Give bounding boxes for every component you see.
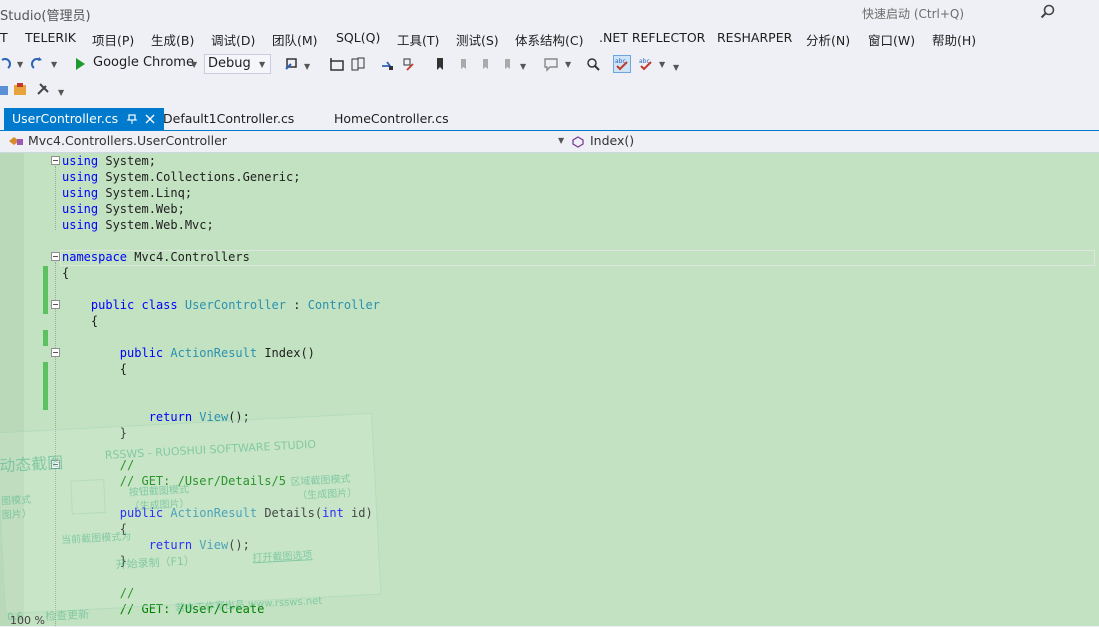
type-label: Mvc4.Controllers.UserController: [28, 133, 227, 148]
code-line: {: [62, 314, 99, 328]
package-icon[interactable]: [12, 81, 28, 97]
tab-label: Default1Controller.cs: [163, 111, 295, 126]
menu-item-window[interactable]: 窗口(W): [868, 30, 915, 49]
fold-toggle-icon[interactable]: [51, 252, 60, 261]
type-dropdown[interactable]: Mvc4.Controllers.UserController ▼: [8, 133, 568, 150]
solution-icon[interactable]: [0, 82, 10, 98]
menu-item-resharper[interactable]: RESHARPER: [717, 30, 792, 45]
menu-item-architecture[interactable]: 体系结构(C): [515, 30, 583, 49]
watermark-mode-c2: （生成图片）: [297, 487, 358, 502]
chevron-down-icon: ▼: [558, 136, 565, 145]
prev-bookmark-icon[interactable]: [455, 56, 471, 72]
fold-toggle-icon[interactable]: [51, 348, 60, 357]
attach-icon[interactable]: [284, 56, 300, 72]
spell-dropdown-icon[interactable]: ▼: [659, 60, 665, 69]
watermark-button: [70, 478, 106, 515]
code-line: using System.Linq;: [62, 186, 193, 200]
title-bar: Studio(管理员) 快速启动 (Ctrl+Q): [0, 0, 1099, 26]
menu-item-telerik[interactable]: TELERIK: [25, 30, 76, 45]
document-tabs: UserController.cs Default1Controller.cs …: [0, 108, 1099, 132]
standard-toolbar: ▼ ▼ Google Chrome ▼ Debug ▼ ▼ ▼ ▼ abc ab…: [0, 51, 1099, 77]
window-title: Studio(管理员): [0, 9, 91, 24]
tab-default1controller[interactable]: Default1Controller.cs: [155, 108, 323, 130]
menu-item-build[interactable]: 生成(B): [151, 30, 194, 49]
code-editor[interactable]: using System; using System.Collections.G…: [0, 153, 1099, 626]
watermark-mode-b2: （生成图片）: [129, 498, 190, 513]
tab-label: UserController.cs: [12, 111, 119, 126]
fold-toggle-icon[interactable]: [51, 300, 60, 309]
recorder-watermark: 动态截图 RSSWS - RUOSHUI SOFTWARE STUDIO 图模式…: [0, 403, 385, 624]
fold-guide: [55, 166, 57, 230]
menu-bar: T TELERIK 项目(P) 生成(B) 调试(D) 团队(M) SQL(Q)…: [0, 26, 1099, 50]
menu-item-debug[interactable]: 调试(D): [211, 30, 255, 49]
class-icon: [9, 137, 23, 145]
menu-item-help[interactable]: 帮助(H): [932, 30, 976, 49]
code-line: using System.Collections.Generic;: [62, 170, 301, 184]
next-bookmark-icon[interactable]: [477, 56, 493, 72]
code-line: using System.Web;: [62, 202, 185, 216]
toolbar-overflow-icon[interactable]: ▼: [673, 63, 679, 72]
bookmark-icon[interactable]: [432, 56, 448, 72]
menu-item-analyze[interactable]: 分析(N): [806, 30, 850, 49]
menu-item-test[interactable]: 测试(S): [456, 30, 499, 49]
code-line: {: [62, 266, 70, 280]
configuration-dropdown-icon[interactable]: ▼: [259, 60, 265, 69]
code-line: using System.Web.Mvc;: [62, 218, 214, 232]
menu-item-net-reflector[interactable]: .NET REFLECTOR: [599, 30, 705, 45]
code-line: public ActionResult Index(): [119, 346, 315, 360]
bookmark-dropdown-icon[interactable]: ▼: [520, 62, 526, 71]
menu-item-t[interactable]: T: [0, 30, 8, 45]
toolbar2-overflow-icon[interactable]: ▼: [58, 88, 64, 97]
browser-select[interactable]: Google Chrome: [93, 54, 194, 72]
tab-homecontroller[interactable]: HomeController.cs: [326, 108, 474, 130]
member-label: Index(): [590, 133, 635, 148]
zoom-level[interactable]: 100 %: [10, 614, 45, 627]
menu-item-tools[interactable]: 工具(T): [397, 30, 439, 49]
step-back-icon[interactable]: [401, 56, 417, 72]
step-icon[interactable]: [379, 56, 395, 72]
quick-launch-input[interactable]: 快速启动 (Ctrl+Q): [862, 5, 964, 22]
folders-icon[interactable]: [350, 56, 366, 72]
undo-icon[interactable]: [0, 56, 12, 72]
zoom-bar: 100 %: [0, 612, 1099, 627]
attach-dropdown-icon[interactable]: ▼: [304, 62, 310, 71]
navigation-bar: Mvc4.Controllers.UserController ▼ Index(…: [0, 131, 1099, 153]
search-icon[interactable]: [1040, 4, 1056, 20]
redo-icon[interactable]: [30, 56, 46, 72]
menu-item-sql[interactable]: SQL(Q): [336, 30, 380, 45]
code-line: namespace Mvc4.Controllers: [62, 250, 250, 264]
undo-dropdown-icon[interactable]: ▼: [17, 60, 23, 69]
spell-options-icon[interactable]: abc: [638, 56, 654, 72]
clear-bookmark-icon[interactable]: [499, 56, 515, 72]
menu-item-project[interactable]: 项目(P): [92, 30, 134, 49]
watermark-mode-a2: 图片）: [1, 508, 33, 522]
tab-usercontroller[interactable]: UserController.cs: [4, 108, 164, 130]
find-icon[interactable]: [585, 56, 601, 72]
comment-icon[interactable]: [543, 56, 559, 72]
secondary-toolbar: ▼: [0, 78, 1099, 102]
tools-icon[interactable]: [35, 81, 51, 97]
fold-toggle-icon[interactable]: [51, 156, 60, 165]
browser-dropdown-icon[interactable]: ▼: [191, 60, 197, 69]
code-line: public class UserController : Controller: [90, 298, 380, 312]
pin-icon[interactable]: [126, 112, 138, 126]
method-icon: [572, 136, 584, 148]
watermark-title: 动态截图: [0, 453, 64, 476]
comment-dropdown-icon[interactable]: ▼: [565, 60, 571, 69]
code-line: using System;: [62, 154, 156, 168]
spell-check-icon[interactable]: abc: [613, 55, 631, 73]
member-dropdown[interactable]: Index(): [570, 133, 1090, 150]
browse-icon[interactable]: [329, 56, 345, 72]
code-line: {: [62, 362, 128, 376]
menu-item-team[interactable]: 团队(M): [272, 30, 318, 49]
tab-label: HomeController.cs: [334, 111, 449, 126]
start-debug-icon[interactable]: [72, 56, 88, 72]
redo-dropdown-icon[interactable]: ▼: [51, 60, 57, 69]
watermark-open: 打开截图选项: [252, 550, 313, 565]
